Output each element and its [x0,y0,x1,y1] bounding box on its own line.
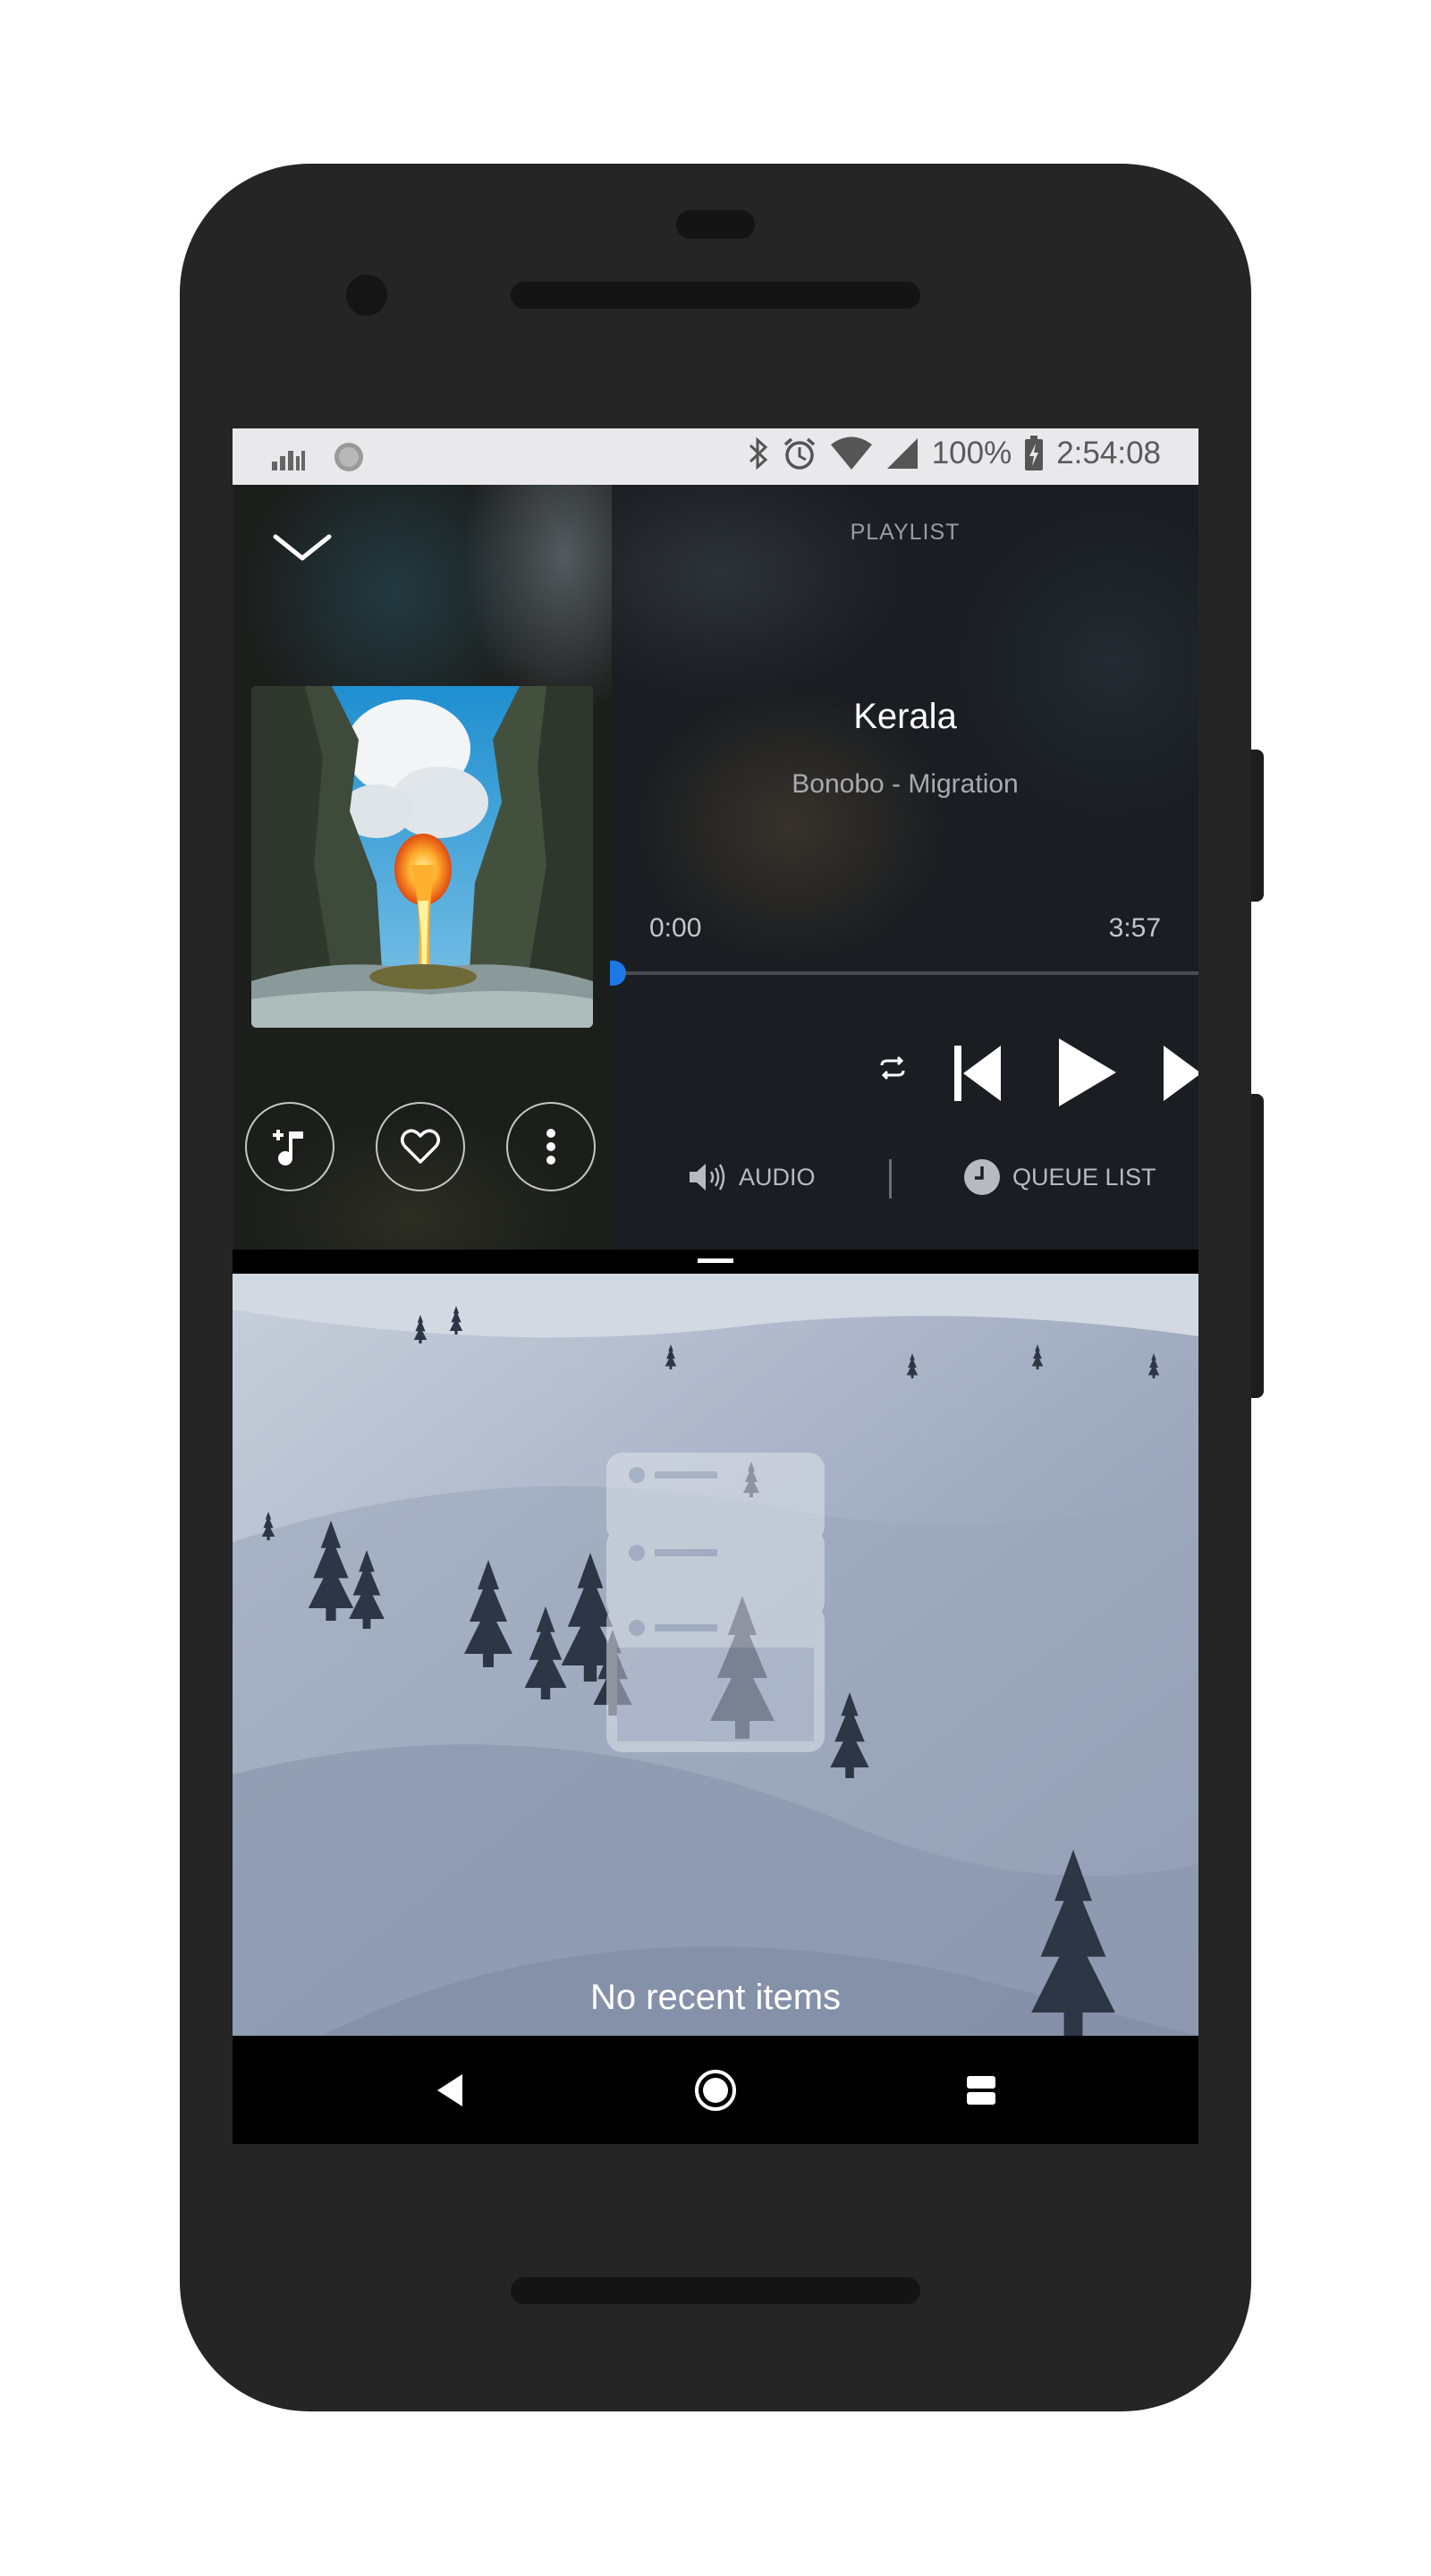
battery-percent: 100% [931,436,1012,470]
speaker-icon [690,1164,725,1191]
more-vert-icon [546,1129,555,1165]
music-player: PLAYLIST Kerala Bonobo - Migration 0:00 … [233,485,1198,1250]
overview-button[interactable] [910,2036,1053,2144]
play-icon [1059,1038,1116,1106]
overview-icon [967,2075,995,2105]
back-icon [437,2073,462,2106]
tab-queue-list[interactable]: QUEUE LIST [962,1157,1156,1197]
player-tabs: AUDIO QUEUE LIST [612,1152,1198,1206]
next-button[interactable] [1157,1041,1198,1106]
sync-icon [334,443,363,471]
snow-wallpaper [233,1274,1198,2036]
cell-signal-icon [886,438,918,469]
repeat-icon [880,1055,905,1080]
song-title: Kerala [853,697,957,736]
bluetooth-icon [749,436,767,470]
album-art [251,686,593,1028]
clock-icon [964,1159,1000,1195]
tab-divider [889,1159,892,1199]
tab-audio-label: AUDIO [739,1163,816,1191]
add-to-playlist-button[interactable] [245,1102,334,1191]
screen: 100% 2:54:08 PLAYLIST Kerala Bonobo - Mi… [233,428,1198,2144]
divider-handle[interactable] [698,1258,733,1263]
empty-recents-icon [606,1453,825,1752]
player-right-pane [612,485,1198,1250]
power-button [1251,750,1264,902]
bottom-speaker-grille [511,2277,920,2304]
back-button[interactable] [378,2036,521,2144]
clock: 2:54:08 [1056,436,1161,470]
tab-audio[interactable]: AUDIO [687,1159,816,1195]
total-duration: 3:57 [1108,913,1161,943]
more-options-button[interactable] [506,1102,596,1191]
collapse-player-button[interactable] [267,521,338,574]
split-screen-divider[interactable] [233,1250,1198,1274]
previous-button[interactable] [948,1041,1007,1106]
navigation-bar [233,2036,1198,2144]
heart-icon [401,1129,440,1164]
chevron-down-icon [273,534,332,561]
phone-frame: 100% 2:54:08 PLAYLIST Kerala Bonobo - Mi… [180,164,1264,2411]
status-bar: 100% 2:54:08 [233,428,1198,485]
add-to-playlist-icon [273,1130,303,1165]
skip-next-icon [1164,1046,1198,1101]
elapsed-time: 0:00 [649,913,702,943]
empty-recents-message: No recent items [589,1978,842,2017]
play-button[interactable] [1055,1035,1118,1110]
front-camera [346,275,387,316]
favorite-button[interactable] [376,1102,465,1191]
seek-bar[interactable] [610,961,1198,986]
top-speaker-grille [511,282,920,309]
artist-album: Bonobo - Migration [792,769,1019,799]
recents-panel [233,1274,1198,2036]
battery-charging-icon [1025,436,1044,470]
wifi-icon [830,436,872,470]
skip-previous-icon [954,1046,1001,1101]
tab-queue-list-label: QUEUE LIST [1012,1163,1156,1191]
earpiece [676,210,755,239]
repeat-button[interactable] [868,1048,918,1088]
home-button[interactable] [644,2036,787,2144]
alarm-icon [783,437,815,470]
volume-button [1251,1094,1264,1398]
home-icon [695,2069,736,2111]
signal-bars-icon [272,451,305,470]
playlist-label: PLAYLIST [850,520,961,545]
